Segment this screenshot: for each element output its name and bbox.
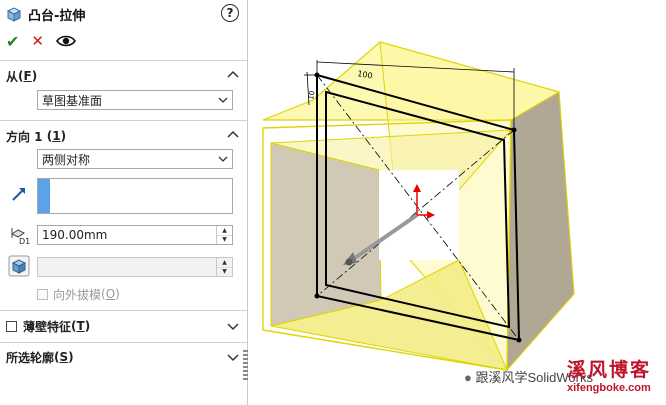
dimension-left-label[interactable]: 10 xyxy=(307,90,316,100)
direction1-label: 方向 1 xyxy=(6,129,43,144)
draft-angle-input[interactable]: ▲ ▼ xyxy=(37,257,233,277)
from-section-header[interactable]: 从(F) xyxy=(6,67,239,85)
draft-outward-shortcut: O xyxy=(105,287,116,301)
selection-accent xyxy=(38,179,50,213)
depth-input[interactable]: 190.00mm ▲ ▼ xyxy=(37,225,233,245)
feature-title-bar: 凸台-拉伸 ? xyxy=(6,4,239,24)
chevron-up-icon xyxy=(227,130,239,138)
thin-feature-label: 薄壁特征 xyxy=(23,319,72,334)
start-condition-value: 草图基准面 xyxy=(42,93,103,108)
chevron-down-icon xyxy=(218,156,228,162)
direction1-section-header[interactable]: 方向 1 (1) xyxy=(6,127,239,145)
action-buttons: ✔ ✕ xyxy=(6,31,76,51)
depth-stepper[interactable]: ▲ ▼ xyxy=(216,226,232,244)
help-button[interactable]: ? xyxy=(221,4,239,22)
panel-splitter-handle[interactable] xyxy=(243,350,248,380)
draft-toggle-icon[interactable] xyxy=(8,255,30,277)
stepper-down-icon[interactable]: ▼ xyxy=(217,268,232,277)
stepper-up-icon[interactable]: ▲ xyxy=(217,226,232,236)
selected-contours-shortcut: S xyxy=(59,350,69,364)
start-condition-select[interactable]: 草图基准面 xyxy=(37,90,233,110)
cancel-button[interactable]: ✕ xyxy=(31,32,44,50)
end-condition-select[interactable]: 两侧对称 xyxy=(37,149,233,169)
depth-value: 190.00mm xyxy=(42,228,108,242)
end-condition-value: 两侧对称 xyxy=(42,152,91,167)
thin-feature-shortcut: T xyxy=(76,319,85,333)
ok-button[interactable]: ✔ xyxy=(6,32,19,51)
selected-contours-header[interactable]: 所选轮廓(S) xyxy=(6,348,239,366)
draft-outward-checkbox[interactable] xyxy=(37,288,48,300)
thin-feature-checkbox[interactable] xyxy=(6,320,17,332)
depth-d1-label: D1 xyxy=(19,237,30,246)
thin-feature-header[interactable]: 薄壁特征(T) xyxy=(6,317,239,335)
chevron-down-icon xyxy=(227,354,239,362)
reverse-direction-icon[interactable] xyxy=(8,183,30,205)
draft-outward-option[interactable]: 向外拔模(O) xyxy=(37,287,120,302)
extrude-drag-handle[interactable] xyxy=(345,258,353,266)
solidworks-window: 凸台-拉伸 ? ✔ ✕ 从(F) 草图基准面 方向 1 (1) 两侧对称 D1 … xyxy=(0,0,666,405)
divider xyxy=(0,342,247,343)
divider xyxy=(0,120,247,121)
divider xyxy=(0,60,247,61)
sketch-point xyxy=(314,293,320,299)
depth-icon: D1 xyxy=(11,228,30,246)
divider xyxy=(0,310,247,311)
help-icon: ? xyxy=(226,6,234,20)
chevron-down-icon xyxy=(218,97,228,103)
graphics-viewport[interactable]: 100 10 ● 跟溪风学SolidWorks 溪风博客 xifengboke.… xyxy=(249,0,666,405)
wechat-icon: ● xyxy=(464,370,472,385)
chevron-up-icon xyxy=(227,70,239,78)
direction-selection-box[interactable] xyxy=(37,178,233,214)
eye-icon[interactable] xyxy=(56,34,76,48)
from-section-label: 从 xyxy=(6,69,19,84)
property-manager: 凸台-拉伸 ? ✔ ✕ 从(F) 草图基准面 方向 1 (1) 两侧对称 D1 … xyxy=(0,0,248,405)
draft-angle-stepper[interactable]: ▲ ▼ xyxy=(216,258,232,276)
feature-title: 凸台-拉伸 xyxy=(28,8,86,24)
model-preview: 100 10 xyxy=(262,41,575,372)
brand-watermark-title: 溪风博客 xyxy=(567,360,652,381)
stepper-up-icon[interactable]: ▲ xyxy=(217,258,232,268)
direction1-shortcut: 1 xyxy=(52,129,61,143)
stepper-down-icon[interactable]: ▼ xyxy=(217,236,232,245)
sketch-point xyxy=(516,337,522,343)
chevron-down-icon xyxy=(227,323,239,331)
boss-extrude-icon xyxy=(6,7,22,22)
from-shortcut: F xyxy=(23,69,32,83)
brand-watermark-url: xifengboke.com xyxy=(567,382,651,394)
draft-outward-label: 向外拔模 xyxy=(53,287,102,302)
selected-contours-label: 所选轮廓 xyxy=(6,350,55,365)
